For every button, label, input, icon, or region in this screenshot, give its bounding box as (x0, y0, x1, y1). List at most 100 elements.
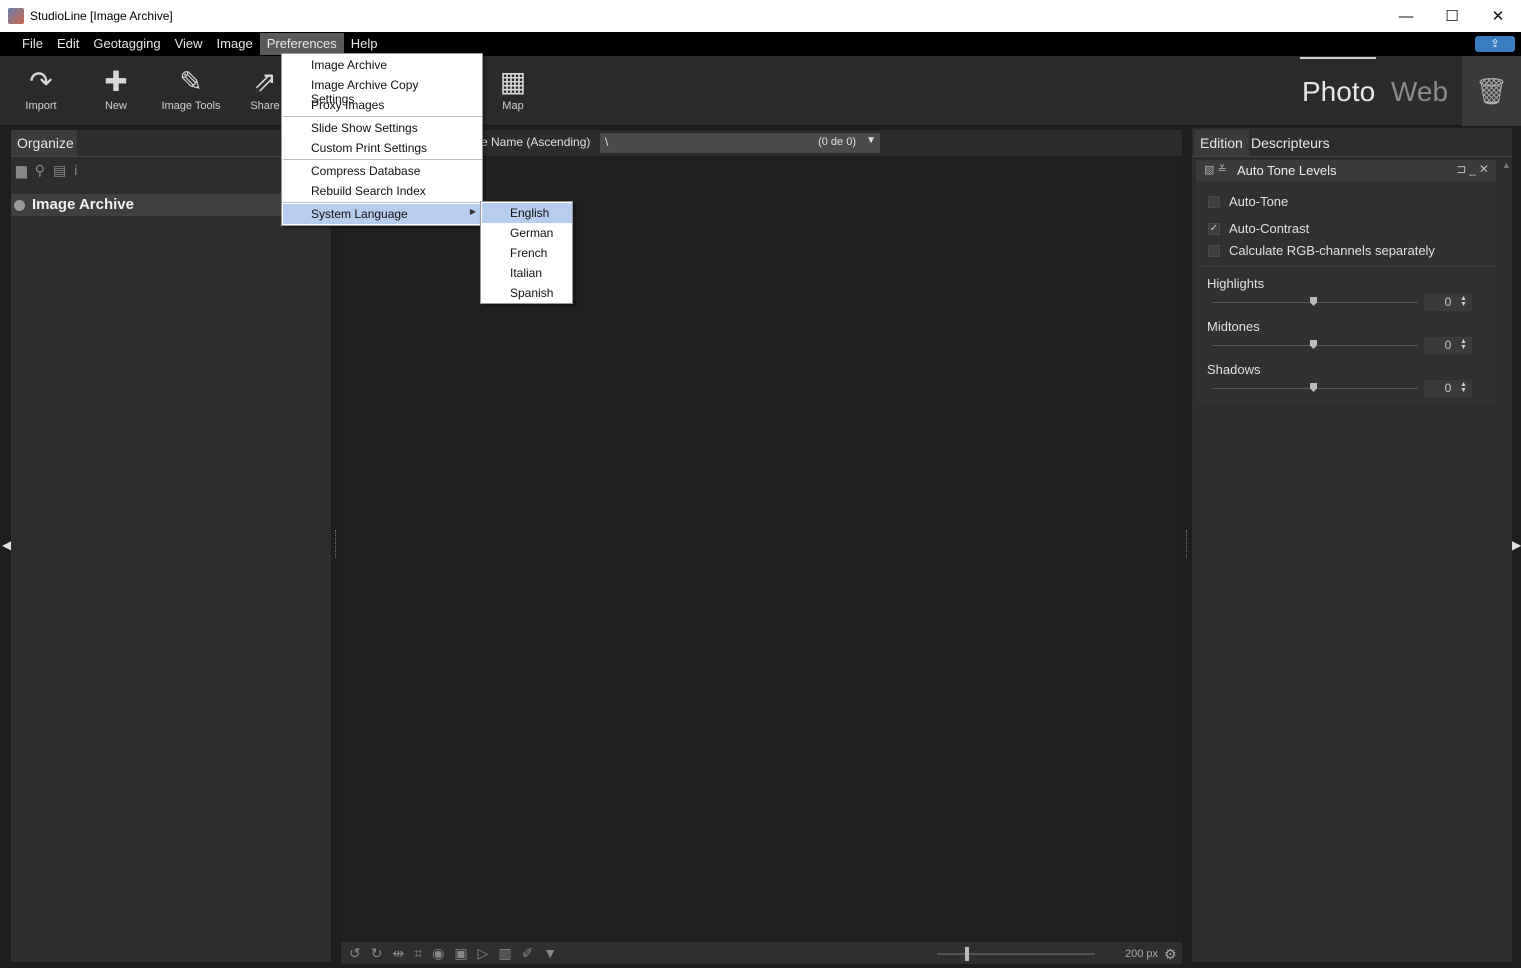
map-button[interactable]: ▦ Map (478, 62, 548, 113)
path-field[interactable]: \ (0 de 0) ▼ (600, 133, 880, 153)
menu-item-system-language[interactable]: System Language ▶ (283, 204, 482, 224)
crop-icon[interactable]: ⌗ (414, 945, 422, 962)
auto-tone-label: Auto-Tone (1229, 194, 1289, 209)
auto-contrast-label: Auto-Contrast (1229, 221, 1310, 236)
image-tools-label: Image Tools (161, 100, 221, 112)
shadows-label: Shadows (1207, 362, 1261, 377)
tab-descripteurs[interactable]: Descripteurs (1245, 130, 1336, 156)
menu-geotagging[interactable]: Geotagging (86, 33, 167, 55)
auto-contrast-checkbox-row[interactable]: ✓ Auto-Contrast (1208, 221, 1309, 236)
web-mode-tab[interactable]: Web (1391, 76, 1448, 108)
edit-icon[interactable]: ✐ (522, 945, 534, 962)
right-collapse-icon[interactable]: ▶ (1512, 538, 1521, 552)
right-splitter[interactable] (1186, 530, 1189, 558)
highlights-label: Highlights (1207, 276, 1265, 291)
submenu-arrow-icon: ▶ (469, 207, 476, 216)
auto-tone-levels-module: ▧ ≚ Auto Tone Levels ⊐_✕ Auto-Tone ✓ Aut… (1196, 160, 1496, 405)
menu-item-slide-show-settings[interactable]: Slide Show Settings (283, 118, 482, 138)
menu-separator (283, 116, 482, 117)
path-value: \ (605, 135, 609, 149)
sort-dropdown[interactable]: e Name (Ascending) (481, 135, 590, 149)
language-german[interactable]: German (482, 223, 572, 243)
divider (1196, 266, 1496, 267)
auto-tone-checkbox-row[interactable]: Auto-Tone (1208, 194, 1288, 209)
shadows-stepper[interactable]: ▲ ▼ (1460, 381, 1467, 394)
image-tools-button[interactable]: ✎ Image Tools (156, 62, 226, 113)
tab-edition[interactable]: Edition (1194, 130, 1249, 156)
new-folder-icon[interactable]: ▆ (16, 162, 27, 179)
language-italian[interactable]: Italian (482, 263, 572, 283)
menu-help[interactable]: Help (344, 33, 385, 55)
trash-icon[interactable]: 🗑 (1462, 56, 1521, 126)
language-spanish[interactable]: Spanish (482, 283, 572, 303)
toolbar: ↷ Import ✚ New ✎ Image Tools ⇗ Share ▦ M… (0, 56, 1521, 126)
menu-file[interactable]: File (15, 33, 50, 55)
filter-icon[interactable]: ▼ (543, 945, 557, 961)
search-icon[interactable]: ⚲ (35, 162, 45, 179)
menu-item-copy-settings[interactable]: Image Archive Copy Settings (283, 75, 482, 106)
map-label: Map (502, 100, 524, 112)
highlights-stepper[interactable]: ▲ ▼ (1460, 295, 1467, 308)
module-window-buttons[interactable]: ⊐_✕ (1456, 162, 1492, 176)
menu-separator (283, 159, 482, 160)
table-icon[interactable]: ▤ (53, 162, 66, 179)
scroll-up-icon[interactable]: ▲ (1502, 160, 1511, 170)
chevron-down-icon[interactable]: ▼ (866, 135, 876, 146)
zoom-icon[interactable]: ▣ (454, 945, 467, 962)
zoom-slider-track[interactable] (937, 953, 1095, 955)
map-icon: ▦ (499, 65, 527, 97)
import-label: Import (25, 100, 57, 112)
menu-item-compress-database[interactable]: Compress Database (283, 161, 482, 181)
photo-mode-tab[interactable]: Photo (1302, 76, 1375, 108)
menu-item-proxy-images[interactable]: Proxy Images (283, 95, 482, 115)
flip-icon[interactable]: ⇹ (392, 945, 404, 962)
maximize-button[interactable]: ☐ (1429, 0, 1475, 32)
preferences-menu: Image Archive Image Archive Copy Setting… (281, 53, 483, 226)
import-icon: ↷ (29, 65, 53, 97)
menu-item-custom-print-settings[interactable]: Custom Print Settings (283, 138, 482, 158)
rotate-right-icon[interactable]: ↻ (371, 945, 383, 962)
zoom-value: 200 px (1125, 948, 1159, 960)
system-language-label: System Language (311, 207, 408, 221)
menu-image[interactable]: Image (210, 33, 260, 55)
rgb-separate-label: Calculate RGB-channels separately (1229, 243, 1435, 258)
upload-icon[interactable]: ⇪ (1475, 36, 1515, 52)
new-button[interactable]: ✚ New (81, 62, 151, 113)
midtones-slider-thumb[interactable] (1310, 340, 1317, 349)
title-bar: StudioLine [Image Archive] — ☐ ✕ (0, 0, 1521, 32)
language-english[interactable]: English (482, 203, 572, 223)
menu-view[interactable]: View (168, 33, 210, 55)
app-icon (8, 8, 24, 24)
menu-item-image-archive[interactable]: Image Archive (283, 55, 482, 75)
gear-icon[interactable]: ⚙ (1164, 946, 1177, 963)
minimize-button[interactable]: — (1383, 0, 1429, 32)
highlights-slider-thumb[interactable] (1310, 297, 1317, 306)
auto-tone-checkbox[interactable] (1208, 195, 1220, 208)
left-splitter[interactable] (335, 530, 338, 558)
rotate-left-icon[interactable]: ↺ (349, 945, 361, 962)
menu-item-rebuild-search-index[interactable]: Rebuild Search Index (283, 181, 482, 201)
import-button[interactable]: ↷ Import (6, 62, 76, 113)
window-title: StudioLine [Image Archive] (30, 9, 173, 23)
eye-icon[interactable]: ◉ (432, 945, 444, 962)
play-icon[interactable]: ▷ (478, 945, 489, 962)
left-collapse-icon[interactable]: ◀ (2, 538, 11, 552)
menu-preferences[interactable]: Preferences (259, 33, 344, 55)
close-button[interactable]: ✕ (1475, 0, 1521, 32)
tab-organize[interactable]: Organize (11, 130, 77, 156)
new-label: New (104, 100, 127, 112)
info-icon[interactable]: i (74, 162, 77, 179)
dropper-icon: ✎ (179, 65, 203, 97)
module-title: Auto Tone Levels (1237, 163, 1337, 178)
menu-separator (283, 202, 482, 203)
module-header: ▧ ≚ Auto Tone Levels ⊐_✕ (1196, 160, 1496, 182)
language-french[interactable]: French (482, 243, 572, 263)
midtones-stepper[interactable]: ▲ ▼ (1460, 338, 1467, 351)
delete-icon[interactable]: ▥ (498, 945, 511, 962)
rgb-separate-checkbox[interactable] (1208, 244, 1220, 257)
auto-contrast-checkbox[interactable]: ✓ (1208, 222, 1220, 235)
rgb-separate-checkbox-row[interactable]: Calculate RGB-channels separately (1208, 243, 1435, 258)
menu-edit[interactable]: Edit (50, 33, 86, 55)
zoom-slider-thumb[interactable] (965, 947, 969, 961)
shadows-slider-thumb[interactable] (1310, 383, 1317, 392)
